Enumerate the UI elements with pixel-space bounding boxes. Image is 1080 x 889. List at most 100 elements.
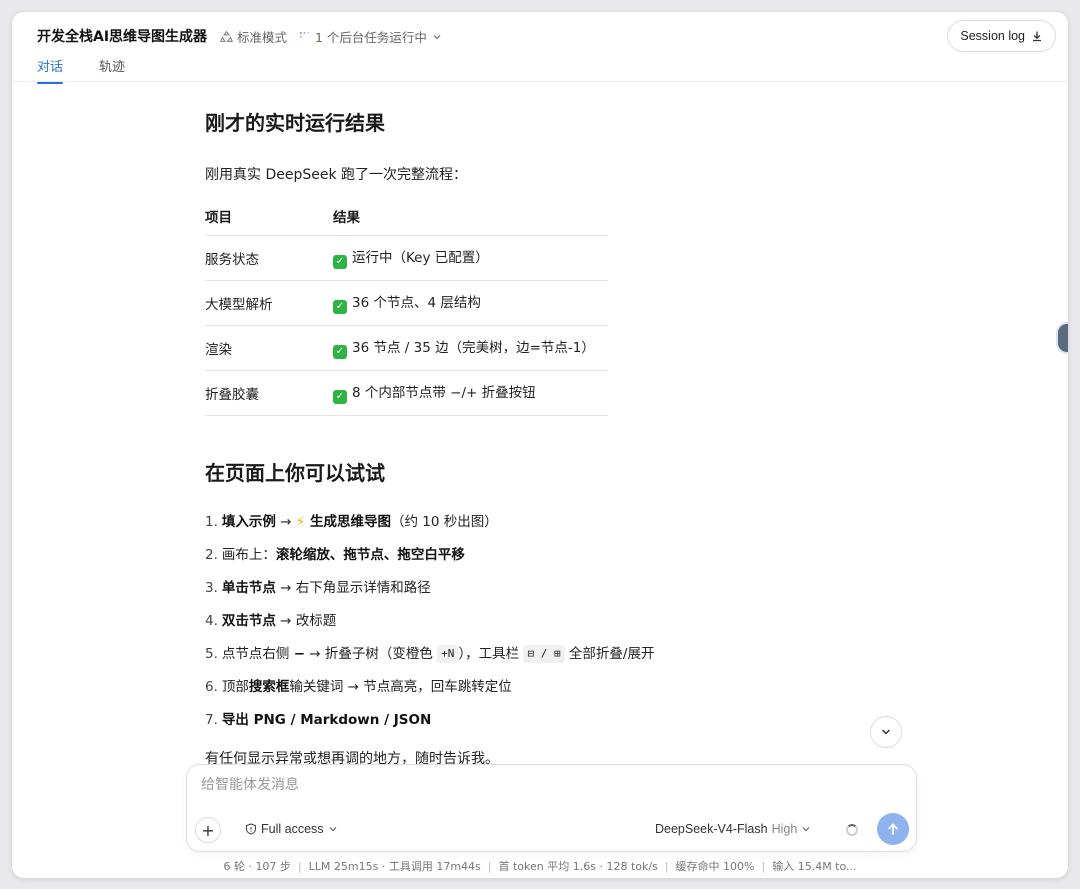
message-composer: + Full access DeepSeek-V4-Flash High [186,764,917,852]
section-heading: 刚才的实时运行结果 [205,111,385,135]
table-cell-result: ✓ 运行中（Key 已配置） [333,234,608,280]
arrow-up-icon [888,823,898,835]
background-task-indicator[interactable]: 1 个后台任务运行中 [299,27,442,46]
model-name: DeepSeek-V4-Flash [655,822,768,836]
list-number: 2. [205,547,218,563]
model-level: High [771,822,798,836]
list-item: 2. 画布上：滚轮缩放、拖节点、拖空白平移 [205,543,654,576]
tips-list: 1. 填入示例 → ⚡ 生成思维导图（约 10 秒出图） 2. 画布上：滚轮缩放、拖… [205,510,654,741]
status-token-rate: 首 token 平均 1.6s · 128 tok/s [498,860,658,873]
bold-text: 搜索框 [248,679,290,695]
intro-text: 刚用真实 DeepSeek 跑了一次完整流程： [205,167,468,183]
bold-text: 滚轮缩放、拖节点、拖空白平移 [275,547,465,563]
status-bar: 6 轮 · 107 步 | LLM 25m15s · 工具调用 17m44s | 首 t… [223,860,857,873]
check-icon: ✓ [333,300,347,314]
tab-bar: 对话 轨迹 [37,56,125,84]
message-input[interactable] [201,777,881,793]
access-label: Full access [261,822,324,836]
list-number: 1. [205,514,218,530]
list-text: 点节点右侧 [221,646,294,662]
list-number: 3. [205,580,218,596]
table-cell-item: 折叠胶囊 [205,369,333,416]
tab-chat[interactable]: 对话 [37,56,64,84]
scroll-to-bottom-button[interactable] [870,716,902,748]
table-row: 大模型解析 ✓ 36 个节点、4 层结构 [205,279,608,325]
list-text: 顶部 [221,679,249,695]
lightning-icon: ⚡ [295,514,306,530]
chevron-down-icon [802,827,810,832]
list-text: 输关键词 → 节点高亮，回车跳转定位 [289,679,512,695]
status-rounds: 6 轮 · 107 步 [223,860,291,873]
table-cell-result: ✓ 36 个节点、4 层结构 [333,279,608,325]
mode-label: 标准模式 [237,30,288,45]
result-text: 36 节点 / 35 边（完美树，边=节点-1） [352,340,595,356]
arrow-text: → [275,514,296,530]
list-text: 画布上： [221,547,276,563]
chevron-down-icon [433,34,441,39]
section-heading: 在页面上你可以试试 [205,461,385,485]
check-icon: ✓ [333,255,347,269]
table-row: 渲染 ✓ 36 节点 / 35 边（完美树，边=节点-1） [205,324,608,370]
table-header: 项目 [205,209,232,226]
list-item: 1. 填入示例 → ⚡ 生成思维导图（约 10 秒出图） [205,510,654,543]
list-text: → 改标题 [275,613,337,629]
table-header-row: 项目 结果 [205,197,608,235]
list-text: → 右下角显示详情和路径 [275,580,431,596]
list-number: 6. [205,679,218,695]
list-number: 5. [205,646,218,662]
status-timing: LLM 25m15s · 工具调用 17m44s [308,860,481,873]
status-cache: 缓存命中 100% [675,860,755,873]
access-selector[interactable]: Full access [245,822,338,836]
list-text: （约 10 秒出图） [390,514,498,530]
list-item: 4. 双击节点 → 改标题 [205,609,654,642]
bold-text: 单击节点 [221,580,276,596]
bold-text: 双击节点 [221,613,276,629]
check-icon: ✓ [333,390,347,404]
list-number: 4. [205,613,218,629]
model-selector[interactable]: DeepSeek-V4-Flash High [655,822,811,836]
chevron-down-icon [881,729,891,735]
list-number: 7. [205,712,218,728]
background-task-label: 1 个后台任务运行中 [315,30,427,45]
bold-text: 导出 PNG / Markdown / JSON [221,712,432,728]
check-icon: ✓ [333,345,347,359]
header: 开发全栈AI思维导图生成器 标准模式 1 个后台任务运行中 Session lo… [12,12,1068,84]
add-attachment-button[interactable]: + [195,817,221,843]
loading-spinner-icon [846,824,858,836]
send-button[interactable] [877,813,909,845]
table-cell-result: ✓ 36 节点 / 35 边（完美树，边=节点-1） [333,324,608,370]
tab-trajectory[interactable]: 轨迹 [99,56,125,81]
table-cell-result: ✓ 8 个内部节点带 −/+ 折叠按钮 [333,369,608,416]
mode-indicator[interactable]: 标准模式 [220,27,287,46]
result-table: 项目 结果 服务状态 ✓ 运行中（Key 已配置） 大模型解析 ✓ 36 个节点、4… [205,197,608,416]
bold-text: 生成思维导图 [305,514,391,530]
inline-code: +N [437,645,459,663]
list-item: 6. 顶部搜索框输关键词 → 节点高亮，回车跳转定位 [205,675,654,708]
chevron-down-icon [329,827,336,832]
table-cell-item: 渲染 [205,324,333,370]
avatar[interactable] [1056,322,1068,354]
plus-icon: + [201,820,215,840]
loading-dots-icon [299,31,310,38]
result-text: 运行中（Key 已配置） [352,250,489,266]
bold-text: 填入示例 [221,514,276,530]
shield-icon [245,823,257,835]
list-text: → 折叠子树（变橙色 [305,646,438,662]
list-item: 5. 点节点右侧 − → 折叠子树（变橙色 +N ），工具栏 ⊟ / ⊞ 全部折叠/… [205,642,654,675]
result-text: 36 个节点、4 层结构 [352,295,481,311]
recycle-icon [220,30,233,42]
list-item: 3. 单击节点 → 右下角显示详情和路径 [205,576,654,609]
download-icon [1033,31,1041,42]
list-text: 全部折叠/展开 [564,646,655,662]
list-item: 7. 导出 PNG / Markdown / JSON [205,708,654,741]
table-row: 服务状态 ✓ 运行中（Key 已配置） [205,234,608,280]
result-text: 8 个内部节点带 −/+ 折叠按钮 [352,385,536,401]
session-log-label: Session log [960,29,1025,43]
app-window: 开发全栈AI思维导图生成器 标准模式 1 个后台任务运行中 Session lo… [12,12,1068,878]
app-title: 开发全栈AI思维导图生成器 [37,29,208,45]
inline-code: ⊟ / ⊞ [523,645,565,663]
list-text: ），工具栏 [458,646,524,662]
table-header: 结果 [333,209,360,226]
session-log-button[interactable]: Session log [947,20,1056,52]
table-cell-item: 大模型解析 [205,279,333,325]
